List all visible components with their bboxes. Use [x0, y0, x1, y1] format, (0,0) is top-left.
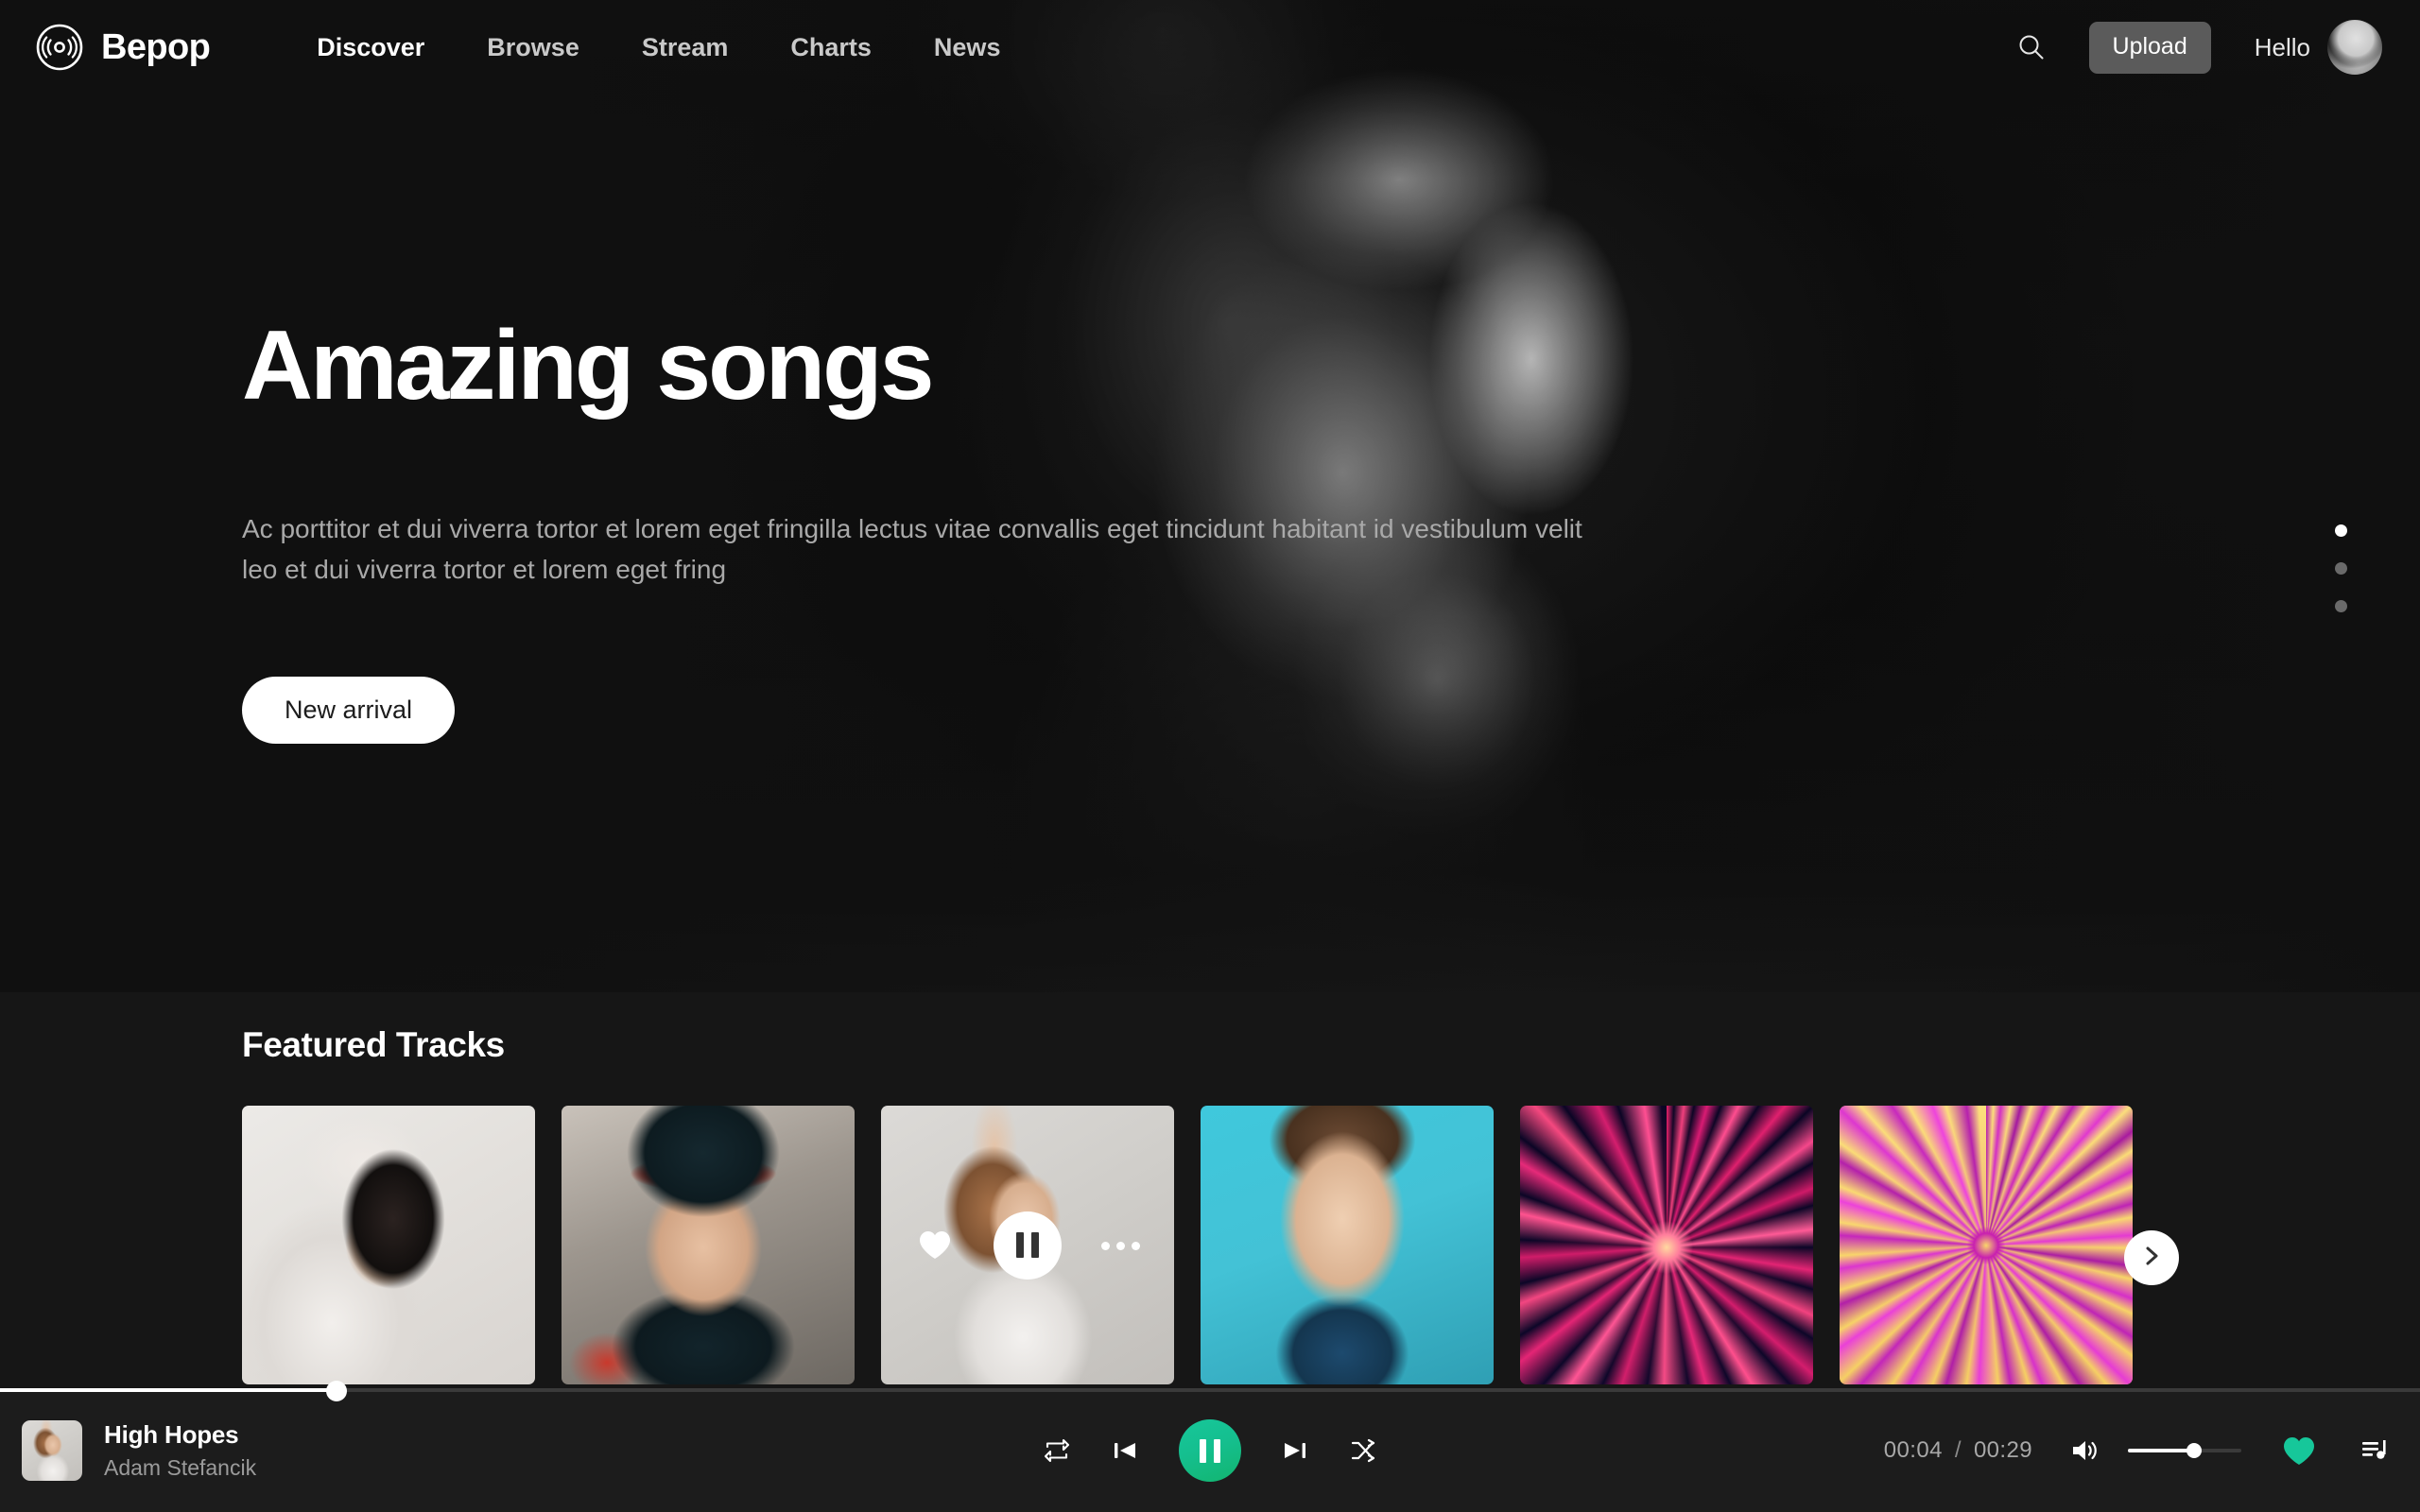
- upload-button[interactable]: Upload: [2088, 21, 2211, 74]
- bepop-app: Bepop Discover Browse Stream Charts News…: [0, 0, 2420, 1512]
- pause-icon[interactable]: [994, 1211, 1062, 1280]
- hero-dot-3[interactable]: [2335, 600, 2347, 612]
- vinyl-record-icon: [36, 24, 83, 71]
- track-artwork: [242, 1106, 535, 1384]
- skip-previous-icon[interactable]: [1112, 1437, 1138, 1464]
- progress-handle[interactable]: [325, 1381, 347, 1401]
- total-time: 00:29: [1973, 1437, 2032, 1463]
- hero-description: Ac porttitor et dui viverra tortor et lo…: [242, 514, 1582, 584]
- volume-icon[interactable]: [2070, 1437, 2099, 1464]
- nav-item-charts[interactable]: Charts: [759, 24, 903, 72]
- brand-logo[interactable]: Bepop: [36, 24, 211, 71]
- volume-handle[interactable]: [2186, 1443, 2202, 1458]
- featured-tracks-carousel: [242, 1106, 2420, 1384]
- track-artwork: [1840, 1106, 2133, 1384]
- track-card[interactable]: [242, 1106, 535, 1384]
- play-pause-button[interactable]: [1179, 1419, 1241, 1482]
- now-playing-text: High Hopes Adam Stefancik: [104, 1420, 256, 1481]
- hero-title: Amazing songs: [242, 311, 935, 421]
- site-header: Bepop Discover Browse Stream Charts News…: [0, 0, 2420, 94]
- player-right-controls: 00:04 / 00:29: [1884, 1436, 2389, 1466]
- pause-icon: [1200, 1438, 1206, 1463]
- playback-progress-slider[interactable]: [0, 1381, 2420, 1401]
- more-horizontal-icon[interactable]: [1101, 1241, 1140, 1250]
- greeting-label: Hello: [2254, 32, 2310, 61]
- track-card[interactable]: [562, 1106, 855, 1384]
- track-artwork: [562, 1106, 855, 1384]
- heart-filled-icon[interactable]: [919, 1230, 951, 1264]
- now-playing-title: High Hopes: [104, 1420, 239, 1449]
- progress-fill: [0, 1388, 337, 1392]
- track-hover-overlay: [881, 1106, 1174, 1384]
- nav-item-stream[interactable]: Stream: [611, 24, 760, 72]
- featured-tracks-section: Featured Tracks: [0, 1025, 2420, 1384]
- nav-item-news[interactable]: News: [903, 24, 1032, 72]
- nav-item-browse[interactable]: Browse: [456, 24, 611, 72]
- shuffle-icon[interactable]: [1349, 1436, 1377, 1465]
- queue-music-icon[interactable]: [2360, 1438, 2389, 1463]
- transport-controls: [1043, 1419, 1377, 1482]
- track-card-active[interactable]: [881, 1106, 1174, 1384]
- track-card[interactable]: [1840, 1106, 2133, 1384]
- hero-dot-1[interactable]: [2335, 524, 2347, 537]
- hero-dot-2[interactable]: [2335, 562, 2347, 575]
- repeat-icon[interactable]: [1043, 1436, 1071, 1465]
- carousel-next-button[interactable]: [2124, 1230, 2179, 1285]
- now-playing: High Hopes Adam Stefancik: [22, 1420, 256, 1481]
- chevron-right-icon: [2141, 1246, 2162, 1271]
- volume-slider[interactable]: [2128, 1441, 2241, 1460]
- track-card[interactable]: [1520, 1106, 1813, 1384]
- current-time: 00:04: [1883, 1437, 1943, 1463]
- heart-filled-icon[interactable]: [2283, 1436, 2315, 1466]
- track-card[interactable]: [1201, 1106, 1494, 1384]
- player-bar: High Hopes Adam Stefancik 00:04 / 00:29: [0, 1381, 2420, 1512]
- brand-name: Bepop: [101, 26, 211, 67]
- user-avatar[interactable]: [2327, 20, 2382, 75]
- track-artwork: [1520, 1106, 1813, 1384]
- header-actions: Upload Hello: [2006, 20, 2382, 75]
- now-playing-artist: Adam Stefancik: [104, 1455, 257, 1480]
- new-arrival-button[interactable]: New arrival: [242, 677, 456, 745]
- hero-content: Amazing songs Ac porttitor et dui viverr…: [242, 311, 1660, 745]
- progress-track: [0, 1388, 2420, 1392]
- main-nav: Discover Browse Stream Charts News: [285, 24, 1031, 72]
- time-separator: /: [1954, 1437, 1962, 1463]
- featured-tracks-title: Featured Tracks: [242, 1025, 505, 1064]
- track-artwork: [1201, 1106, 1494, 1384]
- nav-item-discover[interactable]: Discover: [285, 24, 456, 72]
- hero-slider-dots: [2335, 524, 2347, 612]
- skip-next-icon[interactable]: [1282, 1437, 1308, 1464]
- now-playing-artwork[interactable]: [22, 1420, 82, 1481]
- playback-time: 00:04 / 00:29: [1884, 1437, 2032, 1464]
- search-icon[interactable]: [2006, 22, 2057, 73]
- volume-fill: [2128, 1449, 2194, 1452]
